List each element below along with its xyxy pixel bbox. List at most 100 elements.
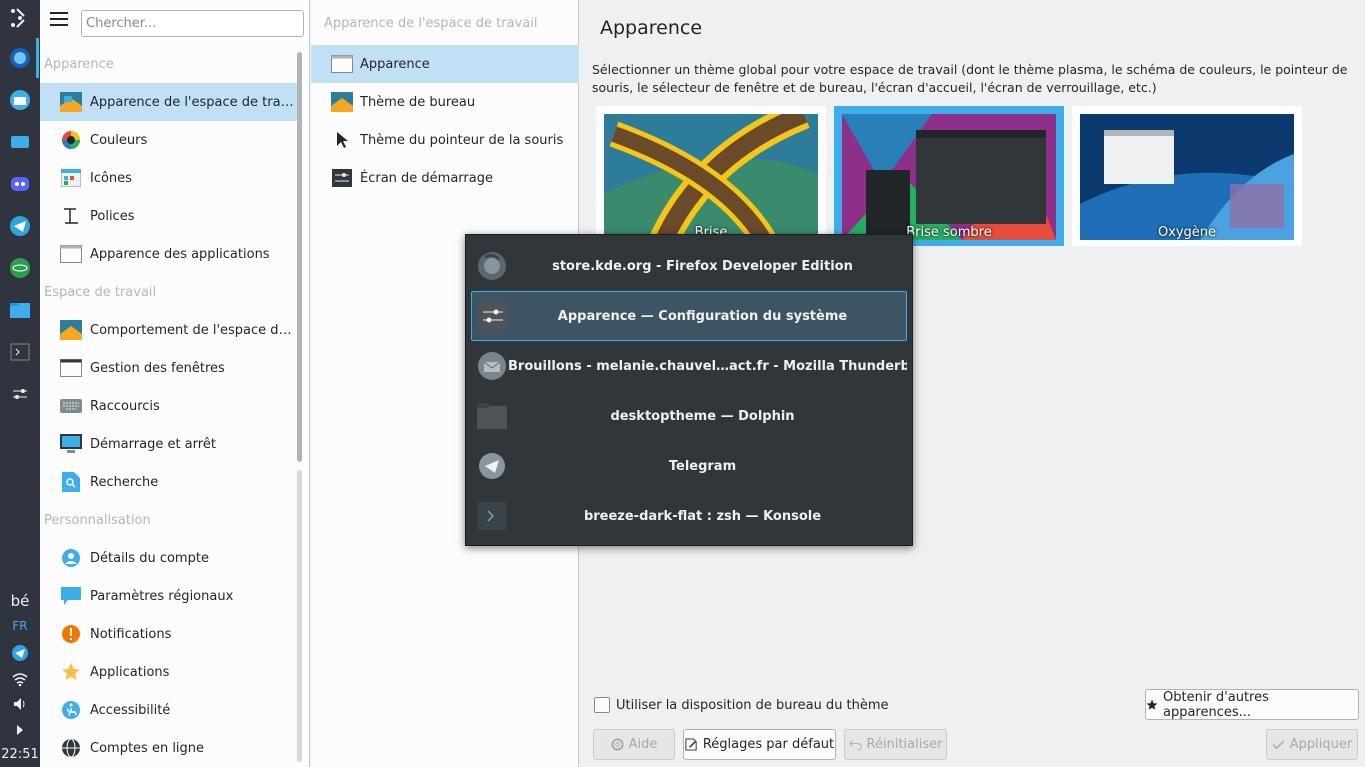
subitem-desktop-theme[interactable]: Thème de bureau <box>311 83 579 121</box>
subitem-cursor-theme[interactable]: Thème du pointeur de la souris <box>311 121 579 159</box>
theme-oxygene[interactable]: Oxygène <box>1072 106 1302 246</box>
search-icon <box>60 471 82 493</box>
sidebar-scrollbar-track[interactable] <box>297 470 302 762</box>
switcher-item-thunderbird[interactable]: Brouillons - melanie.chauvel…act.fr - Mo… <box>471 341 907 391</box>
subitem-splash-screen[interactable]: Écran de démarrage <box>311 159 579 197</box>
window-management-icon <box>60 357 82 379</box>
taskbar-atom-icon[interactable] <box>8 256 32 280</box>
defaults-button[interactable]: Réglages par défaut <box>683 729 836 760</box>
icons-icon <box>60 167 82 189</box>
subpanel-title: Apparence de l'espace de travail <box>324 16 538 31</box>
taskbar-discord-icon[interactable] <box>8 172 32 196</box>
use-theme-layout-row[interactable]: Utiliser la disposition de bureau du thè… <box>594 697 889 713</box>
window-icon <box>331 53 353 75</box>
sidebar-item-icons[interactable]: Icônes <box>40 159 298 197</box>
sidebar-scrollbar[interactable] <box>297 52 302 462</box>
splash-screen-icon <box>331 167 353 189</box>
app-launcher-icon[interactable] <box>8 6 32 30</box>
startup-icon <box>60 433 82 455</box>
page-description: Sélectionner un thème global pour votre … <box>592 62 1348 95</box>
fonts-icon <box>60 205 82 227</box>
taskbar-kdeconnect-icon[interactable] <box>8 130 32 154</box>
switcher-item-firefox[interactable]: store.kde.org - Firefox Developer Editio… <box>471 241 907 291</box>
subitem-appearance[interactable]: Apparence <box>311 45 579 83</box>
sidebar-item-app-appearance[interactable]: Apparence des applications <box>40 235 298 273</box>
desktop-theme-icon <box>331 91 353 113</box>
hamburger-menu-icon[interactable] <box>50 12 68 28</box>
theme-preview-brise: Brise <box>604 114 818 240</box>
help-icon <box>611 738 624 751</box>
taskbar-telegram-icon[interactable] <box>8 214 32 238</box>
sidebar-item-fonts[interactable]: Polices <box>40 197 298 235</box>
switcher-item-konsole[interactable]: breeze-dark-flat : zsh — Konsole <box>471 491 907 541</box>
folder-icon <box>476 400 508 432</box>
taskbar-firefox-icon[interactable] <box>0 38 40 78</box>
taskbar-systemsettings-icon[interactable] <box>8 382 32 406</box>
taskbar-konsole-icon[interactable] <box>8 340 32 364</box>
thunderbird-icon <box>476 350 508 382</box>
sidebar-item-workspace-appearance[interactable]: Apparence de l'espace de travail <box>40 83 298 121</box>
app-appearance-icon <box>60 243 82 265</box>
use-theme-layout-label: Utiliser la disposition de bureau du thè… <box>616 697 889 713</box>
firefox-icon <box>476 250 508 282</box>
section-personalization: Personnalisation <box>44 513 151 528</box>
left-panel: bé FR 22:51 <box>0 0 40 767</box>
search-input[interactable] <box>81 10 304 37</box>
sidebar-item-startup[interactable]: Démarrage et arrêt <box>40 425 298 463</box>
theme-preview-brise-sombre: Brise sombre <box>842 114 1056 240</box>
accessibility-icon <box>60 699 82 721</box>
switcher-item-dolphin[interactable]: desktoptheme — Dolphin <box>471 391 907 441</box>
keyboard-icon <box>60 395 82 417</box>
clock[interactable]: 22:51 <box>0 747 40 762</box>
tray-volume-icon[interactable] <box>8 692 32 716</box>
sidebar-item-regional[interactable]: Paramètres régionaux <box>40 577 298 615</box>
workspace-behavior-icon <box>60 319 82 341</box>
section-apparence: Apparence <box>44 57 114 72</box>
taskbar-thunderbird-icon[interactable] <box>8 88 32 112</box>
lang-indicator[interactable]: bé <box>0 592 40 610</box>
page-title: Apparence <box>600 17 703 39</box>
regional-icon <box>60 585 82 607</box>
document-edit-icon <box>685 738 698 751</box>
sidebar-item-online-accounts[interactable]: Comptes en ligne <box>40 729 298 767</box>
sidebar-item-notifications[interactable]: Notifications <box>40 615 298 653</box>
sidebar-item-accessibility[interactable]: Accessibilité <box>40 691 298 729</box>
notifications-icon <box>60 623 82 645</box>
apply-button[interactable]: Appliquer <box>1266 729 1358 760</box>
account-icon <box>60 547 82 569</box>
theme-preview-oxygene: Oxygène <box>1080 114 1294 240</box>
theme-brise-sombre[interactable]: Brise sombre <box>834 106 1064 246</box>
sidebar-item-search[interactable]: Recherche <box>40 463 298 501</box>
tray-telegram-icon[interactable] <box>8 641 32 665</box>
use-theme-layout-checkbox[interactable] <box>594 697 610 713</box>
applications-icon <box>60 661 82 683</box>
online-accounts-icon <box>60 737 82 759</box>
get-more-themes-button[interactable]: Obtenir d'autres apparences... <box>1145 689 1359 720</box>
sidebar-item-applications[interactable]: Applications <box>40 653 298 691</box>
sidebar-item-shortcuts[interactable]: Raccourcis <box>40 387 298 425</box>
tray-expand-icon[interactable] <box>8 718 32 742</box>
sidebar-item-account[interactable]: Détails du compte <box>40 539 298 577</box>
telegram-icon <box>476 450 508 482</box>
star-icon <box>1146 699 1158 711</box>
section-workspace: Espace de travail <box>44 285 157 300</box>
systemsettings-icon <box>477 300 509 332</box>
taskbar-dolphin-icon[interactable] <box>8 298 32 322</box>
sidebar-item-colors[interactable]: Couleurs <box>40 121 298 159</box>
checkmark-icon <box>1272 738 1285 751</box>
theme-brise[interactable]: Brise <box>596 106 826 246</box>
keyboard-layout-indicator[interactable]: FR <box>0 619 40 633</box>
reset-button[interactable]: Réinitialiser <box>844 729 947 760</box>
undo-icon <box>848 738 862 751</box>
workspace-appearance-icon <box>60 91 82 113</box>
terminal-icon <box>476 500 508 532</box>
sidebar-item-window-management[interactable]: Gestion des fenêtres <box>40 349 298 387</box>
colors-icon <box>60 129 82 151</box>
sidebar-item-workspace-behavior[interactable]: Comportement de l'espace de travail <box>40 311 298 349</box>
tray-wifi-icon[interactable] <box>8 667 32 691</box>
switcher-item-systemsettings[interactable]: Apparence — Configuration du système <box>471 291 907 341</box>
cursor-icon <box>331 129 353 151</box>
help-button[interactable]: Aide <box>593 729 675 760</box>
sidebar: Apparence Apparence de l'espace de trava… <box>40 0 310 767</box>
switcher-item-telegram[interactable]: Telegram <box>471 441 907 491</box>
